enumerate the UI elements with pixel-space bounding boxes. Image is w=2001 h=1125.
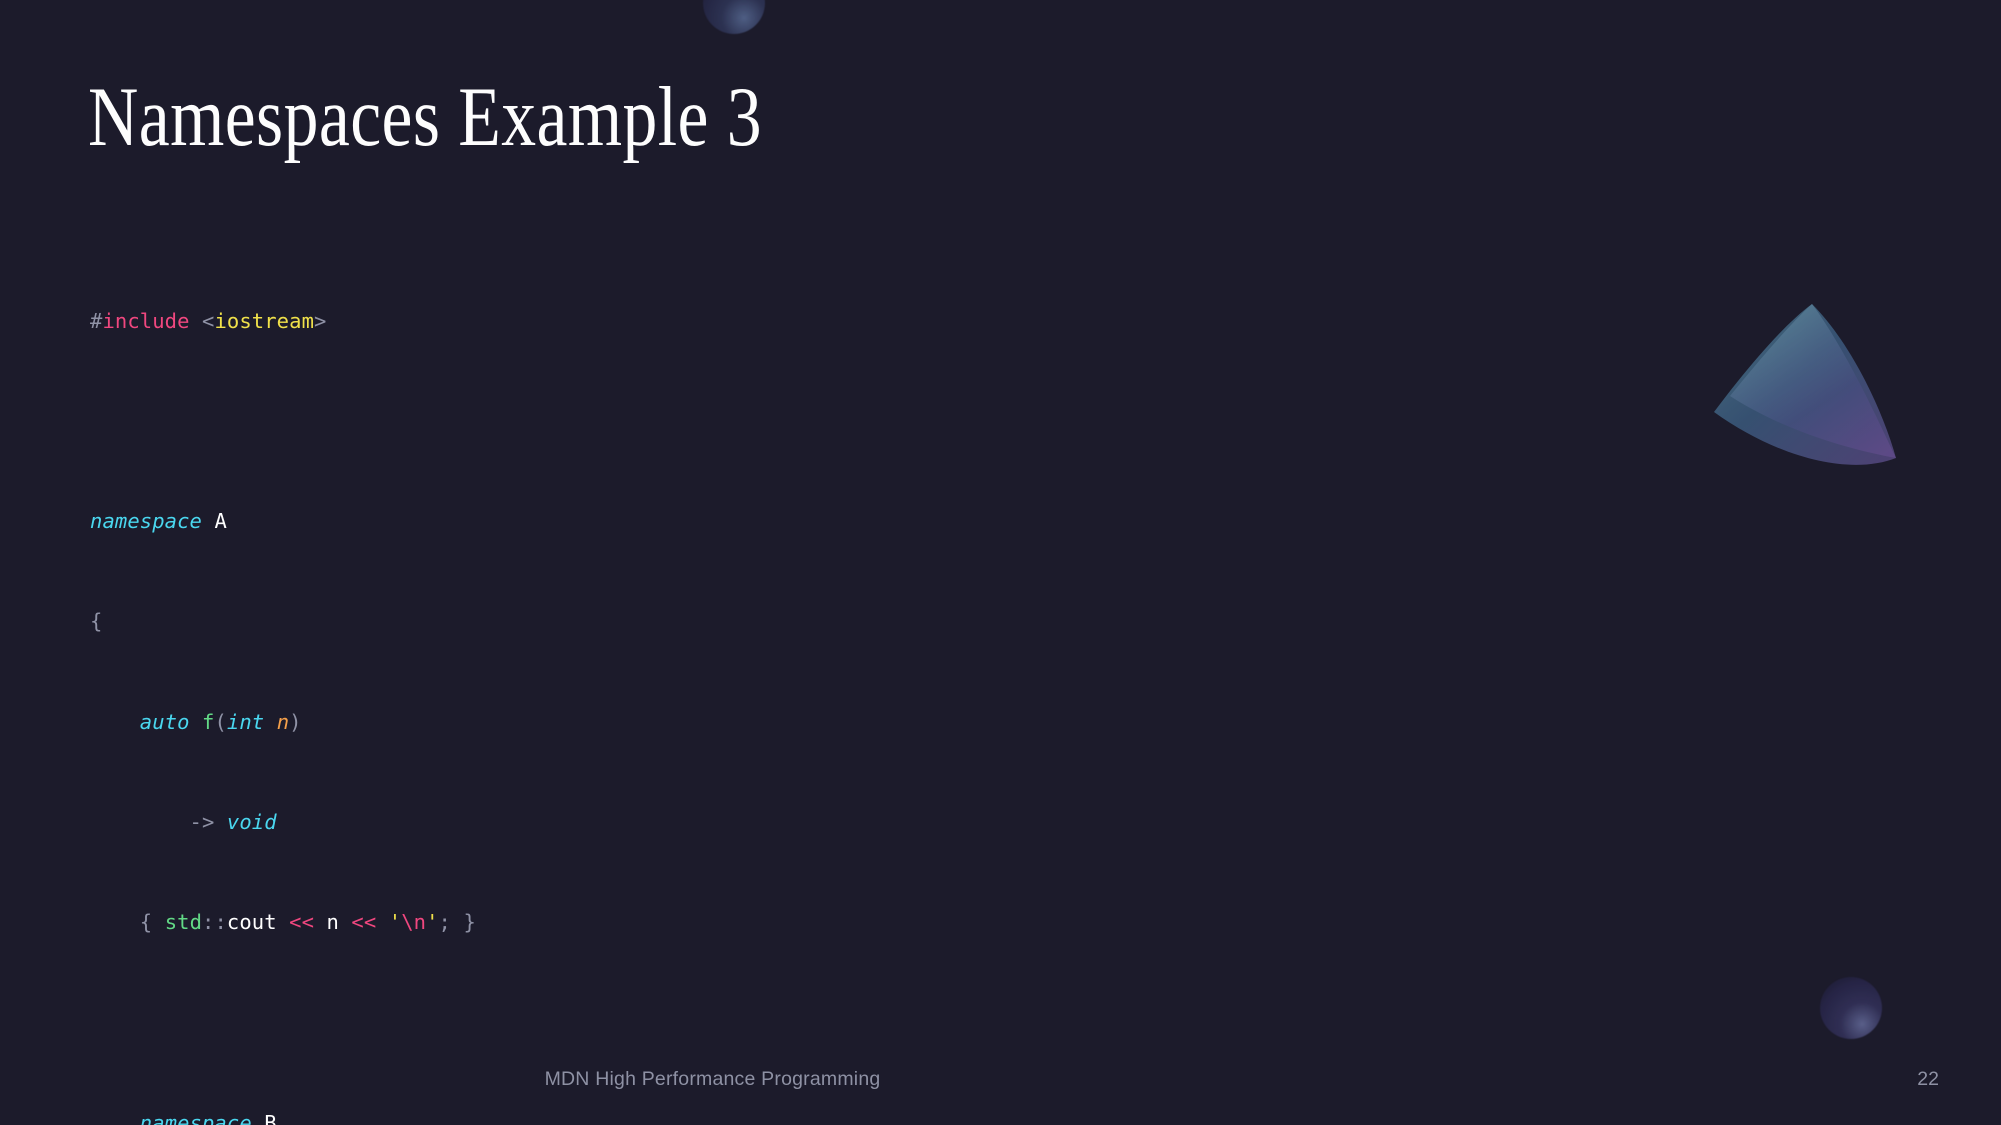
footer-label: MDN High Performance Programming [544, 1068, 881, 1090]
sphere-bottom-icon [1820, 977, 1882, 1039]
code-block: #include <iostream> namespace A { auto f… [90, 238, 924, 1125]
cone-icon [1700, 300, 1920, 520]
code-line: #include <iostream> [90, 308, 327, 333]
page-number: 22 [1917, 1068, 1939, 1090]
code-line: namespace B [139, 1110, 277, 1125]
sphere-top-icon [703, 0, 765, 34]
code-line: { std::cout << n << '\n'; } [139, 910, 476, 935]
code-line: auto f(int n) [139, 709, 302, 734]
slide-canvas: Namespaces Example 3 #include <iostream>… [0, 0, 2001, 1125]
page-title: Namespaces Example 3 [88, 70, 762, 164]
code-line: { [90, 609, 103, 634]
code-line: -> void [189, 809, 277, 834]
code-line: namespace A [90, 509, 227, 534]
